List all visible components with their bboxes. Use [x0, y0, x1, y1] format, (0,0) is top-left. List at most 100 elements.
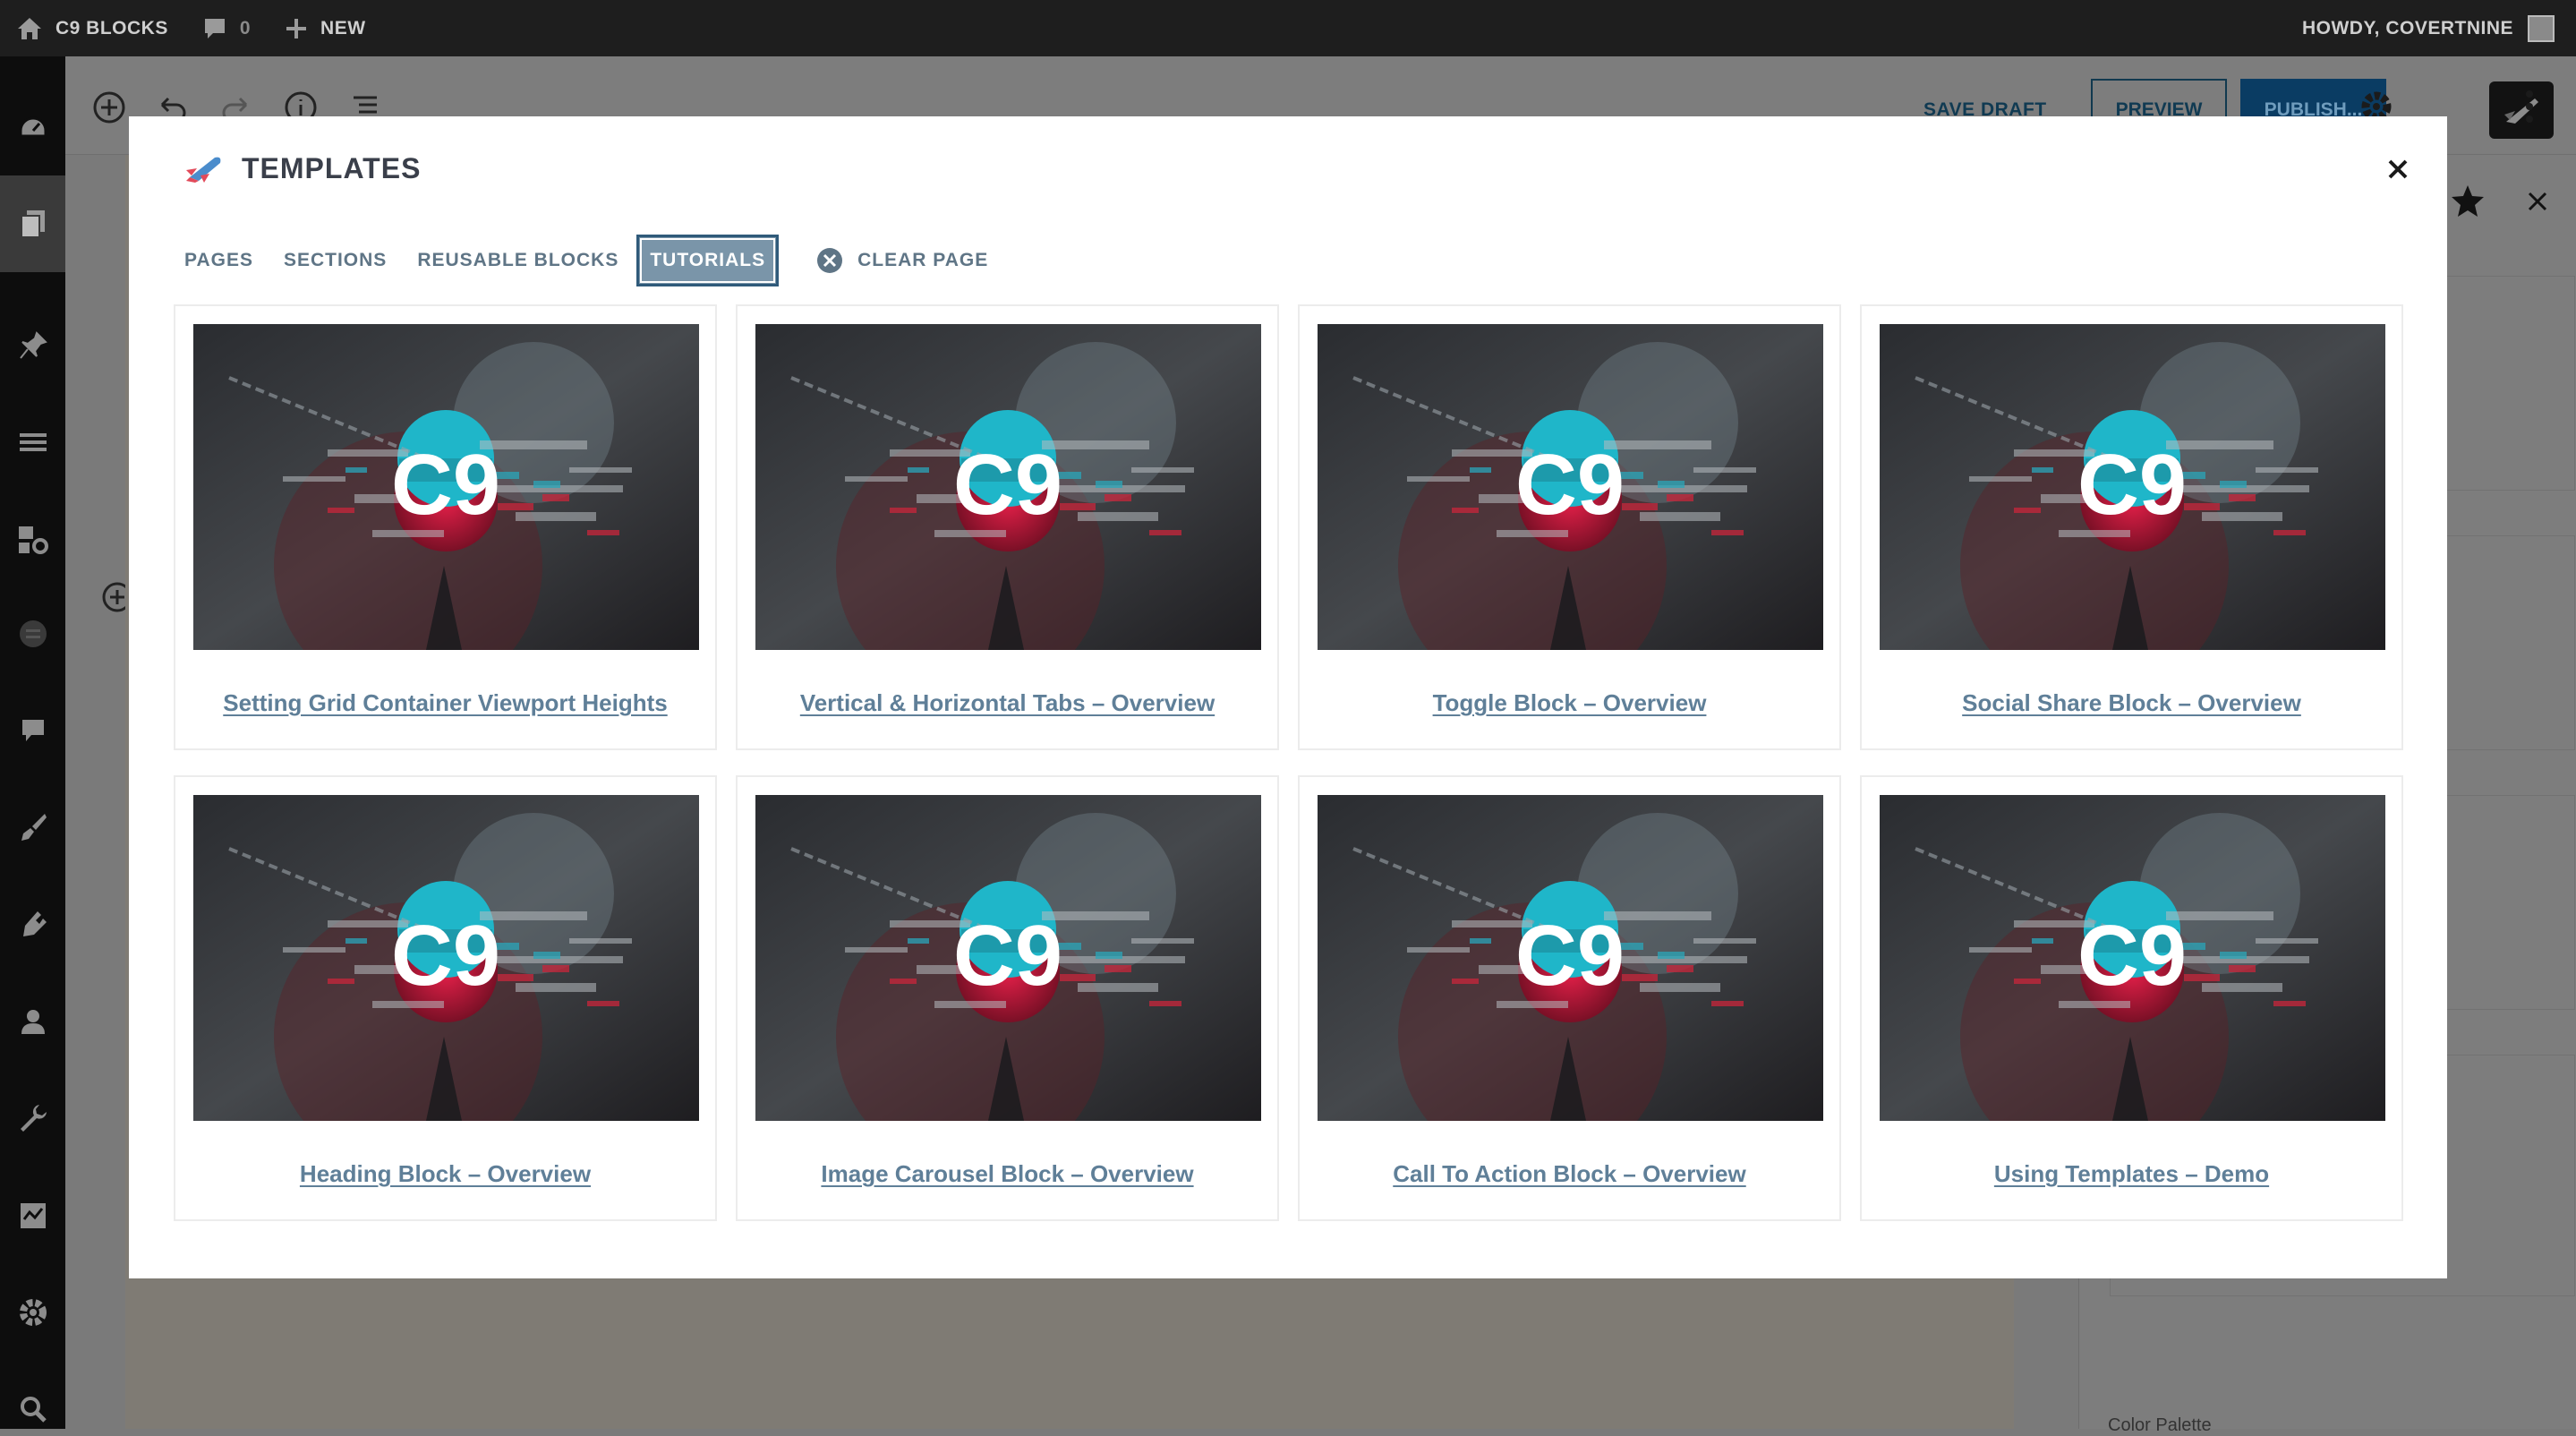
brush-icon [21, 814, 47, 841]
modal-title: TEMPLATES [242, 152, 422, 184]
color-palette-label: Color Palette [2108, 1415, 2212, 1435]
template-thumbnail[interactable]: C9 [1880, 324, 2385, 650]
pin-icon [19, 331, 47, 359]
template-card[interactable]: C9 Toggle Block – Overview [1298, 304, 1841, 750]
dashboard-icon [19, 116, 47, 138]
c9-templates-button[interactable] [2489, 81, 2554, 139]
tutorial-thumbnail: C9 [1880, 324, 2385, 650]
rocket-logo-icon [186, 157, 221, 183]
template-thumbnail[interactable]: C9 [755, 795, 1261, 1121]
tab-pages[interactable]: PAGES [184, 235, 253, 286]
c9-logo-text: C9 [953, 908, 1062, 1004]
template-title-link[interactable]: Image Carousel Block – Overview [738, 1160, 1277, 1188]
comments-link[interactable]: 0 [202, 16, 251, 41]
template-thumbnail[interactable]: C9 [193, 324, 699, 650]
admin-sidebar [0, 56, 65, 1429]
tutorial-thumbnail: C9 [193, 795, 699, 1121]
tab-reusable-blocks[interactable]: REUSABLE BLOCKS [417, 235, 618, 286]
settings-menu-item[interactable] [0, 1287, 65, 1338]
insights-menu-item[interactable] [0, 1191, 65, 1241]
template-card[interactable]: C9 Call To Action Block – Overview [1298, 775, 1841, 1221]
close-panel-icon[interactable] [2527, 191, 2548, 212]
dashboard-menu-item[interactable] [0, 103, 65, 153]
close-icon [2388, 159, 2408, 179]
clear-page-label: CLEAR PAGE [857, 250, 989, 270]
template-card[interactable]: C9 Setting Grid Container Viewport Heigh… [174, 304, 717, 750]
template-card[interactable]: C9 Heading Block – Overview [174, 775, 717, 1221]
template-title-link[interactable]: Vertical & Horizontal Tabs – Overview [738, 689, 1277, 717]
tutorial-thumbnail: C9 [755, 324, 1261, 650]
template-grid: C9 Setting Grid Container Viewport Heigh… [174, 304, 2403, 1221]
template-thumbnail[interactable]: C9 [1880, 795, 2385, 1121]
account-menu[interactable]: HOWDY, COVERTNINE [2301, 14, 2576, 42]
template-thumbnail[interactable]: C9 [1318, 324, 1823, 650]
comment-count: 0 [239, 17, 252, 38]
pages-menu-item[interactable] [0, 175, 65, 272]
template-thumbnail[interactable]: C9 [755, 324, 1261, 650]
c9-logo-text: C9 [391, 437, 500, 533]
search-menu-item[interactable] [0, 1384, 65, 1434]
c9-logo-icon [19, 620, 47, 647]
admin-bar: C9 BLOCKS 0 NEW HOWDY, COVERTNINE [0, 0, 2576, 56]
template-title-link[interactable]: Using Templates – Demo [1862, 1160, 2401, 1188]
posts-menu-item[interactable] [0, 321, 65, 371]
media-icon [18, 526, 48, 554]
c9-logo-text: C9 [2077, 437, 2187, 533]
c9-logo-text: C9 [391, 908, 500, 1004]
star-icon[interactable] [2450, 184, 2486, 219]
tutorial-thumbnail: C9 [1318, 324, 1823, 650]
appearance-menu-item[interactable] [0, 802, 65, 852]
user-icon [21, 1010, 45, 1034]
new-label: NEW [320, 17, 366, 38]
template-thumbnail[interactable]: C9 [193, 795, 699, 1121]
pages-icon [20, 210, 45, 238]
template-title-link[interactable]: Call To Action Block – Overview [1300, 1160, 1839, 1188]
template-thumbnail[interactable]: C9 [1318, 795, 1823, 1121]
avatar [2528, 14, 2555, 42]
tab-sections[interactable]: SECTIONS [284, 235, 387, 286]
comment-icon [204, 18, 225, 38]
c9-logo-text: C9 [1515, 908, 1625, 1004]
c9-menu-item[interactable] [0, 609, 65, 659]
close-modal-button[interactable] [2384, 156, 2411, 183]
tutorial-thumbnail: C9 [755, 795, 1261, 1121]
c9-logo-text: C9 [953, 437, 1062, 533]
comment-icon [21, 720, 44, 741]
users-menu-item[interactable] [0, 996, 65, 1047]
home-icon [18, 17, 41, 39]
clear-page-button[interactable]: CLEAR PAGE [816, 235, 988, 286]
gear-icon [19, 1299, 47, 1326]
template-card[interactable]: C9 Vertical & Horizontal Tabs – Overview [736, 304, 1279, 750]
tutorial-thumbnail: C9 [193, 324, 699, 650]
more-options-icon[interactable] [2524, 89, 2535, 124]
comments-menu-item[interactable] [0, 705, 65, 756]
new-content-link[interactable]: NEW [285, 17, 366, 40]
templates-modal: TEMPLATES PAGES SECTIONS REUSABLE BLOCKS… [129, 116, 2447, 1278]
c9-logo-text: C9 [2077, 908, 2187, 1004]
template-card[interactable]: C9 Using Templates – Demo [1860, 775, 2403, 1221]
template-title-link[interactable]: Setting Grid Container Viewport Heights [175, 689, 715, 717]
tools-menu-item[interactable] [0, 1093, 65, 1143]
template-title-link[interactable]: Social Share Block – Overview [1862, 689, 2401, 717]
plug-icon [22, 911, 47, 936]
template-title-link[interactable]: Heading Block – Overview [175, 1160, 715, 1188]
modal-header: TEMPLATES [184, 152, 421, 185]
wrench-icon [20, 1105, 47, 1132]
template-card[interactable]: C9 Social Share Block – Overview [1860, 304, 2403, 750]
tab-tutorials[interactable]: TUTORIALS [636, 235, 780, 286]
menu-lines-icon [19, 433, 47, 451]
media-menu-item[interactable] [0, 515, 65, 565]
plugins-menu-item[interactable] [0, 900, 65, 950]
search-icon [20, 1397, 47, 1423]
site-link[interactable]: C9 BLOCKS [16, 16, 168, 41]
template-card[interactable]: C9 Image Carousel Block – Overview [736, 775, 1279, 1221]
site-name: C9 BLOCKS [55, 17, 168, 38]
add-block-icon[interactable] [92, 90, 126, 124]
greeting: HOWDY, COVERTNINE [2301, 17, 2513, 38]
blocks-menu-item[interactable] [0, 417, 65, 467]
chart-box-icon [20, 1203, 46, 1228]
template-title-link[interactable]: Toggle Block – Overview [1300, 689, 1839, 717]
c9-logo-text: C9 [1515, 437, 1625, 533]
tutorial-thumbnail: C9 [1880, 795, 2385, 1121]
template-tabs: PAGES SECTIONS REUSABLE BLOCKS TUTORIALS… [184, 235, 988, 286]
